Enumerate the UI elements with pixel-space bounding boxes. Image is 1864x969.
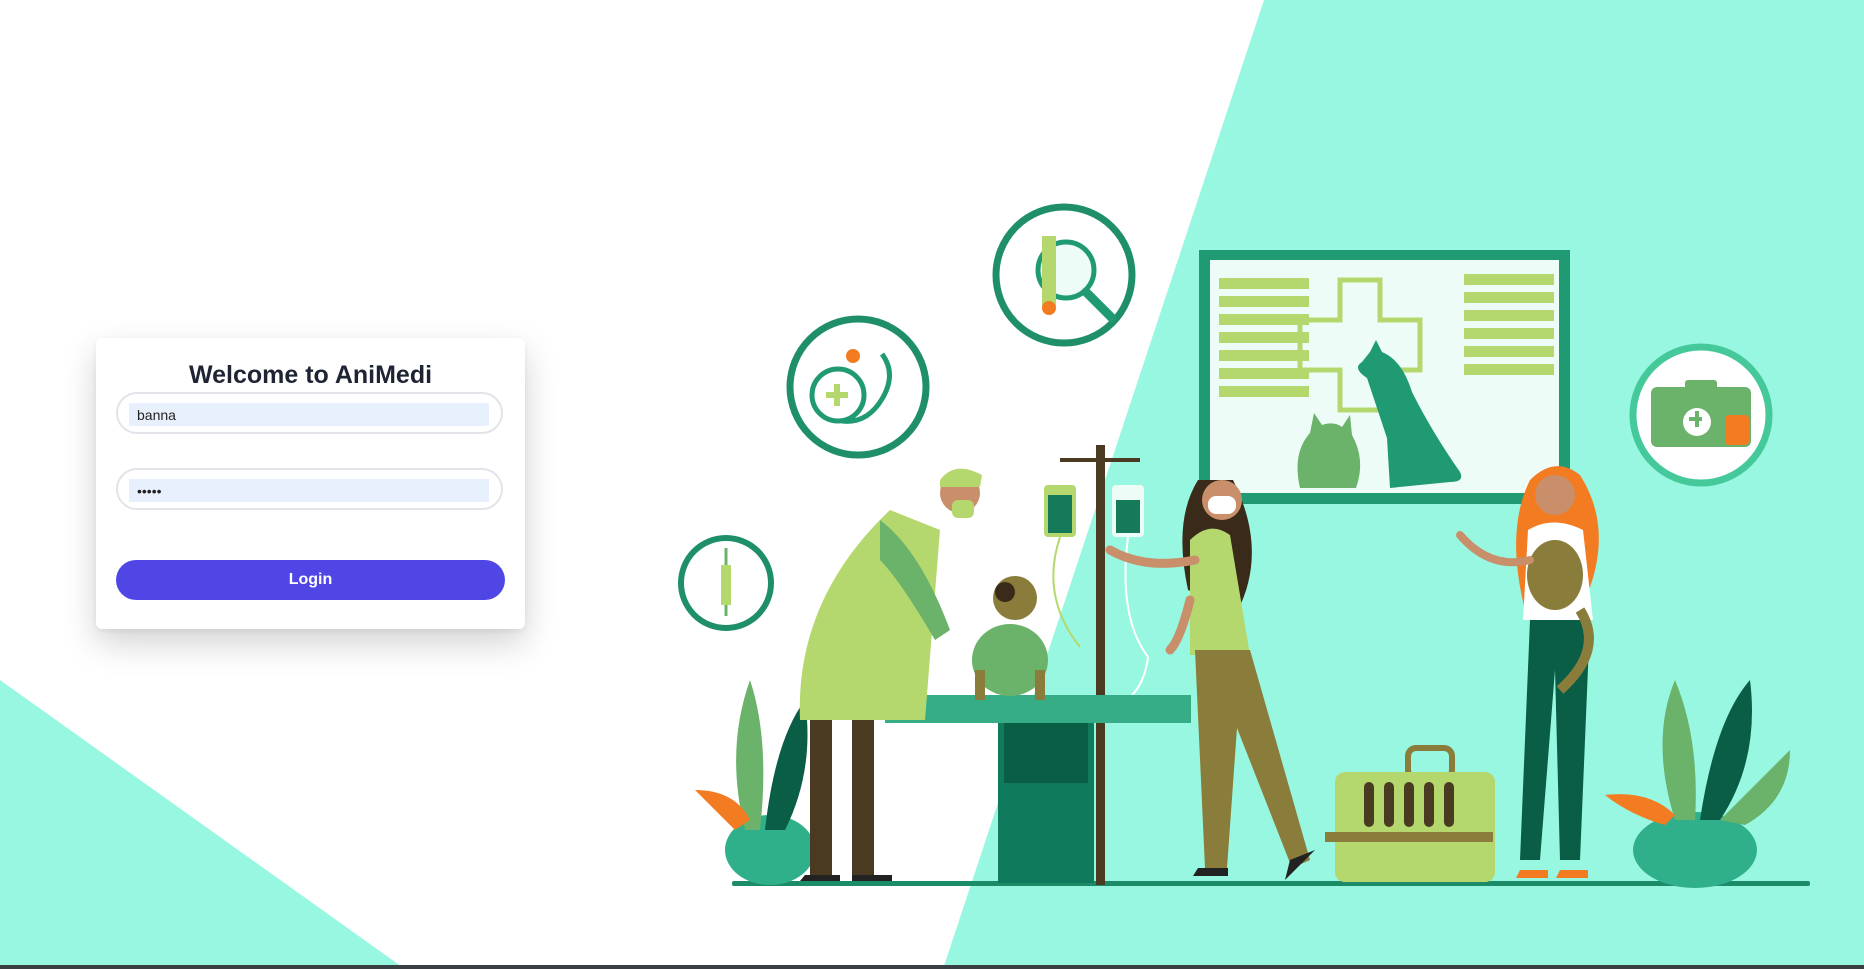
password-field-wrapper [116,468,503,510]
username-input[interactable] [129,403,489,426]
password-input[interactable] [129,479,489,502]
mint-right-panel [943,0,1864,969]
login-title: Welcome to AniMedi [188,361,433,389]
username-field-wrapper [116,392,503,434]
mint-bottom-left-wedge [0,680,405,969]
login-button[interactable]: Login [116,560,505,600]
bottom-edge [0,965,1864,969]
login-card: Welcome to AniMedi Login [96,338,525,629]
